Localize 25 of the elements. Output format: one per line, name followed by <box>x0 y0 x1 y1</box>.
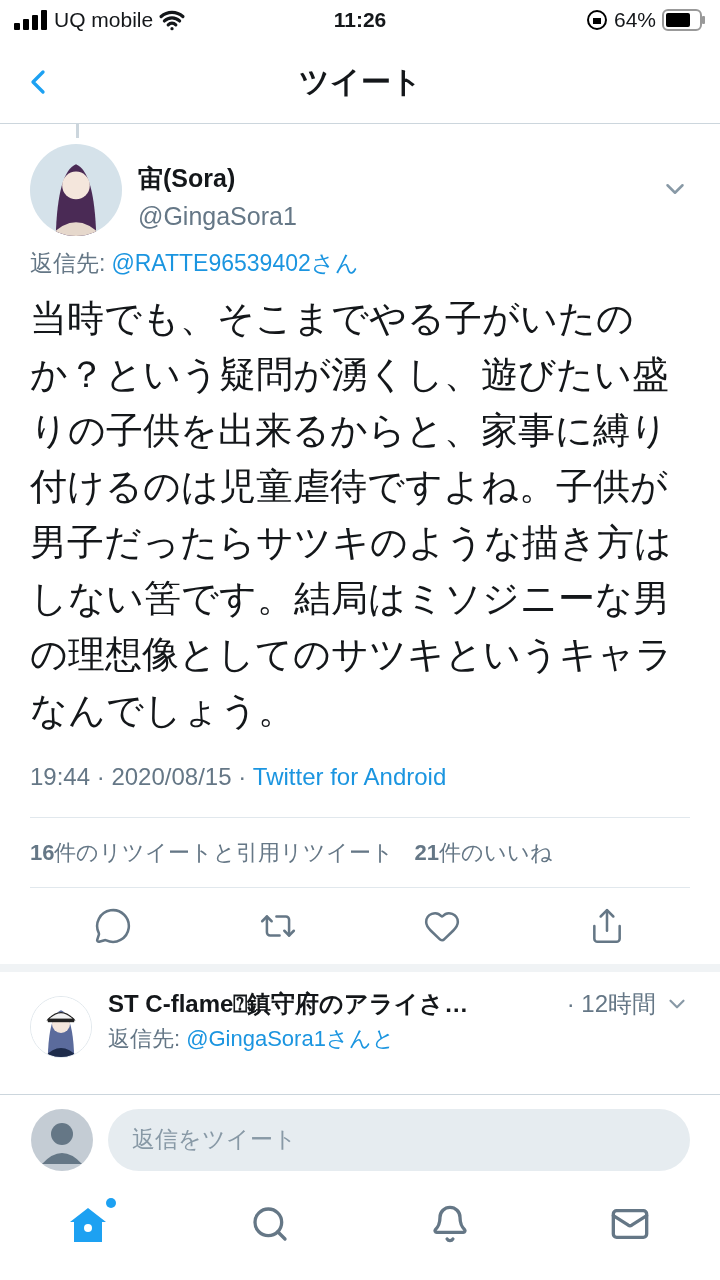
tweet-text: 当時でも、そこまでやる子がいたのか？という疑問が湧くし、遊びたい盛りの子供を出来るからと、家事に縛り付けるのは児童虐待ですよね。子供が男子だったらサツキのような描き方はしない筈です。結局はミソジニーな男の理想像としてのサツキというキャラなんでしょう。 <box>30 296 674 733</box>
reply-field[interactable]: 返信をツイート <box>108 1108 690 1171</box>
stat-link[interactable]: 16件のリツイートと引用リツイート <box>30 835 395 869</box>
tweet-timestamp: 19:44 · 2020/08/15 · <box>30 761 248 792</box>
avatar-icon <box>30 1107 94 1172</box>
reply-time: · 12時間 <box>566 988 656 1019</box>
page-title: ツイート <box>298 64 422 100</box>
stat-link[interactable]: 21件のいいね <box>414 835 553 869</box>
battery-percent: 64% <box>613 7 656 34</box>
clock: 11:26 <box>333 7 387 34</box>
reply-label: 返信先: <box>30 249 106 278</box>
reply-to-link[interactable]: @RATTE96539402さん <box>111 246 359 281</box>
signal-icon <box>14 10 48 30</box>
battery-icon <box>662 9 706 31</box>
user-handle: @GingaSora1 <box>138 200 298 232</box>
reply-label: 返信先: <box>108 1024 181 1053</box>
carrier-name: UQ mobile <box>54 7 154 34</box>
bell-icon <box>430 1204 470 1244</box>
source-link[interactable]: Twitter for Android <box>252 758 447 795</box>
display-name: ST C-flame⍰鎮守府のアライさ… <box>108 988 469 1019</box>
reply-icon[interactable] <box>94 906 132 945</box>
search-icon <box>250 1204 290 1244</box>
reply-to-link[interactable]: @GingaSora1さんと <box>186 1021 395 1055</box>
rotation-lock-icon <box>585 9 608 31</box>
display-name: 宙(Sora) <box>138 163 237 194</box>
